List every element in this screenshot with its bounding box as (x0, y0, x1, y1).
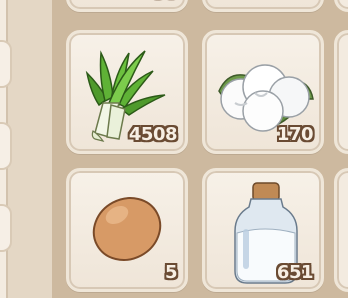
item-count: 171 (277, 0, 314, 3)
item-count: 5 (164, 262, 178, 283)
rail-notch (0, 204, 12, 252)
rail-notch (0, 122, 12, 170)
item-count: 651 (276, 262, 314, 283)
inventory-slot-edge[interactable] (334, 168, 348, 292)
rail-notch (0, 40, 12, 88)
side-rail (0, 0, 52, 298)
item-count: 238 (141, 0, 178, 3)
item-count: 170 (276, 124, 314, 145)
inventory-slot-cotton[interactable]: 170 (202, 30, 324, 154)
inventory-slot-green-onion[interactable]: 4508 (66, 30, 188, 154)
inventory-slot-egg[interactable]: 5 (66, 168, 188, 292)
inventory-slot-partial[interactable]: 171 (202, 0, 324, 12)
inventory-slot-partial[interactable]: 238 (66, 0, 188, 12)
inventory-slot-milk[interactable]: 651 (202, 168, 324, 292)
item-count: 4508 (128, 124, 178, 145)
inventory-slot-edge[interactable] (334, 30, 348, 154)
